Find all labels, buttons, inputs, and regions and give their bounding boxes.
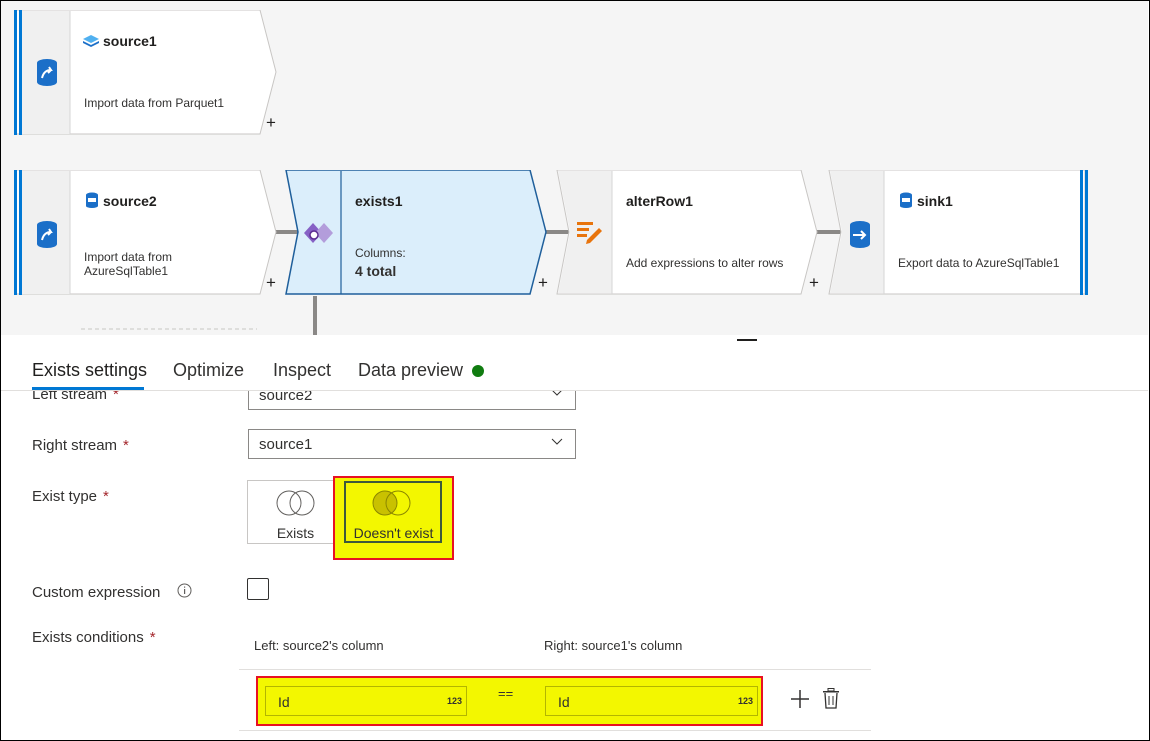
info-icon[interactable] [177,583,192,598]
add-transform-button[interactable]: + [809,273,819,293]
conditions-divider [239,669,871,670]
tab-optimize[interactable]: Optimize [173,360,244,381]
source2-node[interactable]: source2 Import data from AzureSqlTable1 [12,170,277,296]
alterrow1-title: alterRow1 [626,193,693,209]
settings-tab-bar: Exists settings Optimize Inspect Data pr… [1,342,1148,391]
add-transform-button[interactable]: + [266,113,276,133]
left-stream-value: source2 [259,391,313,404]
sink1-title: sink1 [917,193,953,209]
left-stream-select[interactable]: source2 [248,391,576,410]
source1-title: source1 [103,33,157,49]
alterrow1-description: Add expressions to alter rows [626,256,784,270]
add-condition-icon[interactable] [790,689,810,709]
add-transform-button[interactable]: + [266,273,276,293]
right-column-header: Right: source1's column [544,638,683,653]
source1-node[interactable]: source1 Import data from Parquet1 [12,10,277,136]
sink1-description: Export data to AzureSqlTable1 [898,256,1060,270]
right-stream-value: source1 [259,436,313,453]
right-stream-label: Right stream * [32,437,129,454]
settings-form[interactable]: Left stream * source2 Right stream * sourc… [1,391,1148,740]
chevron-down-icon [551,438,563,445]
left-column-value: Id [278,694,290,710]
parquet-icon [83,35,99,47]
alter-row-icon [577,222,602,244]
exists1-title: exists1 [355,193,403,209]
right-column-value: Id [558,694,570,710]
doesnt-exist-option[interactable]: Doesn't exist [333,476,454,560]
conditions-divider [239,730,871,731]
integer-type-icon: 123 [446,696,462,706]
sink-icon [850,221,870,248]
right-stream-select[interactable]: source1 [248,429,576,459]
left-column-field[interactable]: Id 123 [265,686,467,716]
exists-transform-icon [304,223,333,243]
source-icon [37,59,57,86]
pane-resize-handle[interactable] [737,339,757,341]
add-transform-button[interactable]: + [538,273,548,293]
source-icon [37,221,57,248]
source1-description: Import data from Parquet1 [84,96,225,110]
active-tab-indicator [32,387,144,390]
sink1-node[interactable]: sink1 Export data to AzureSqlTable1 [827,170,1093,296]
custom-expression-label: Custom expression [32,584,161,601]
exists1-columns-value: 4 total [355,263,397,279]
exists1-columns-label: Columns: [355,246,406,260]
tab-exists-settings[interactable]: Exists settings [32,360,147,381]
source2-title: source2 [103,193,157,209]
tab-inspect[interactable]: Inspect [273,360,331,381]
condition-row: Id 123 == Id 123 [256,676,763,726]
status-dot-icon [472,365,484,377]
equals-operator: == [498,686,514,701]
left-column-header: Left: source2's column [254,638,384,653]
alterrow1-node[interactable]: alterRow1 Add expressions to alter rows [555,170,820,296]
source2-description-line2: AzureSqlTable1 [84,264,169,278]
exists-option[interactable]: Exists [247,480,344,544]
left-stream-label: Left stream * [32,391,119,403]
delete-condition-icon[interactable] [822,688,840,709]
chevron-down-icon [552,391,562,396]
custom-expression-checkbox[interactable] [247,578,269,600]
venn-doesnt-exist-icon [372,490,411,516]
sql-database-icon [86,192,98,208]
venn-exists-icon [276,490,315,516]
exists1-node[interactable]: exists1 Columns: 4 total [284,170,549,296]
exists-option-label: Exists [276,525,315,541]
tab-data-preview[interactable]: Data preview [358,360,463,381]
dataflow-canvas[interactable]: source1 Import data from Parquet1 + sour… [1,1,1148,335]
sql-database-icon [900,192,912,208]
exist-type-label: Exist type * [32,488,109,505]
source2-description-line1: Import data from [84,250,173,264]
right-column-field[interactable]: Id 123 [545,686,758,716]
integer-type-icon: 123 [737,696,753,706]
doesnt-exist-option-label: Doesn't exist [353,525,434,541]
exists-conditions-label: Exists conditions * [32,629,156,646]
